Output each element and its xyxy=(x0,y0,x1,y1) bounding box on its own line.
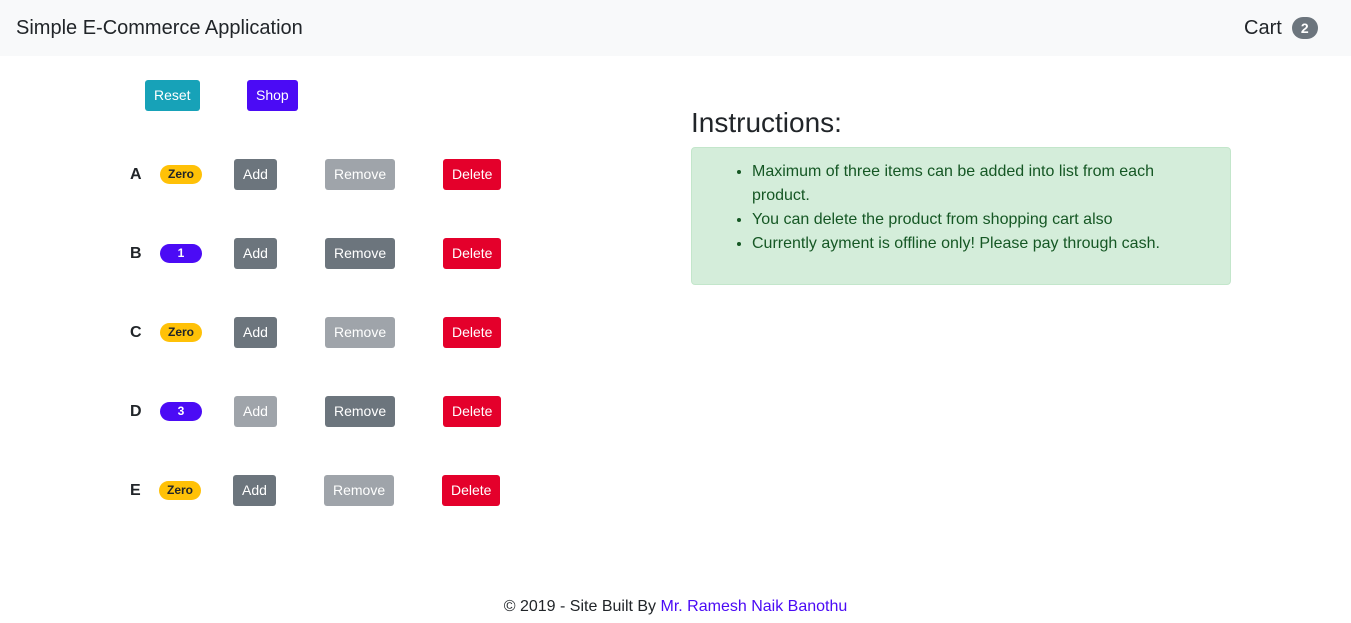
delete-button[interactable]: Delete xyxy=(443,396,502,427)
delete-button[interactable]: Delete xyxy=(443,238,502,269)
product-row-e: E Zero Add Remove Delete xyxy=(0,475,640,506)
remove-button[interactable]: Remove xyxy=(325,317,396,348)
author-link[interactable]: Mr. Ramesh Naik Banothu xyxy=(661,598,848,615)
product-name: B xyxy=(130,245,142,262)
quantity-badge: Zero xyxy=(160,165,202,184)
delete-button[interactable]: Delete xyxy=(443,159,502,190)
add-button[interactable]: Add xyxy=(234,159,277,190)
footer-text: © 2019 - Site Built By xyxy=(503,598,661,615)
cart-count-badge: 2 xyxy=(1291,17,1318,39)
instruction-item: Currently ayment is offline only! Please… xyxy=(752,232,1192,256)
quantity-badge: 1 xyxy=(160,244,202,263)
add-button[interactable]: Add xyxy=(233,475,276,506)
remove-button[interactable]: Remove xyxy=(325,396,396,427)
product-name: D xyxy=(130,403,142,420)
cart-link[interactable]: Cart 2 xyxy=(1244,16,1318,40)
remove-button[interactable]: Remove xyxy=(324,475,395,506)
instructions-alert: Maximum of three items can be added into… xyxy=(691,147,1231,285)
product-row-d: D 3 Add Remove Delete xyxy=(0,396,640,427)
quantity-badge: 3 xyxy=(160,402,202,421)
add-button[interactable]: Add xyxy=(234,396,277,427)
cart-label: Cart xyxy=(1244,17,1282,39)
add-button[interactable]: Add xyxy=(234,317,277,348)
product-row-b: B 1 Add Remove Delete xyxy=(0,238,640,269)
instructions-list: Maximum of three items can be added into… xyxy=(752,160,1192,256)
product-name: E xyxy=(130,482,141,499)
delete-button[interactable]: Delete xyxy=(443,317,502,348)
add-button[interactable]: Add xyxy=(234,238,277,269)
shop-button[interactable]: Shop xyxy=(247,80,298,111)
remove-button[interactable]: Remove xyxy=(325,159,396,190)
product-name: C xyxy=(130,324,142,341)
product-name: A xyxy=(130,166,142,183)
product-row-a: A Zero Add Remove Delete xyxy=(0,159,640,190)
quantity-badge: Zero xyxy=(159,481,201,500)
product-row-c: C Zero Add Remove Delete xyxy=(0,317,640,348)
quantity-badge: Zero xyxy=(160,323,202,342)
footer: © 2019 - Site Built By Mr. Ramesh Naik B… xyxy=(0,596,1351,618)
delete-button[interactable]: Delete xyxy=(442,475,501,506)
instruction-item: You can delete the product from shopping… xyxy=(752,208,1192,232)
brand-title[interactable]: Simple E-Commerce Application xyxy=(16,16,303,40)
navbar: Simple E-Commerce Application Cart 2 xyxy=(0,0,1351,56)
remove-button[interactable]: Remove xyxy=(325,238,396,269)
reset-button[interactable]: Reset xyxy=(145,80,200,111)
instruction-item: Maximum of three items can be added into… xyxy=(752,160,1192,208)
instructions-title: Instructions: xyxy=(691,107,842,138)
